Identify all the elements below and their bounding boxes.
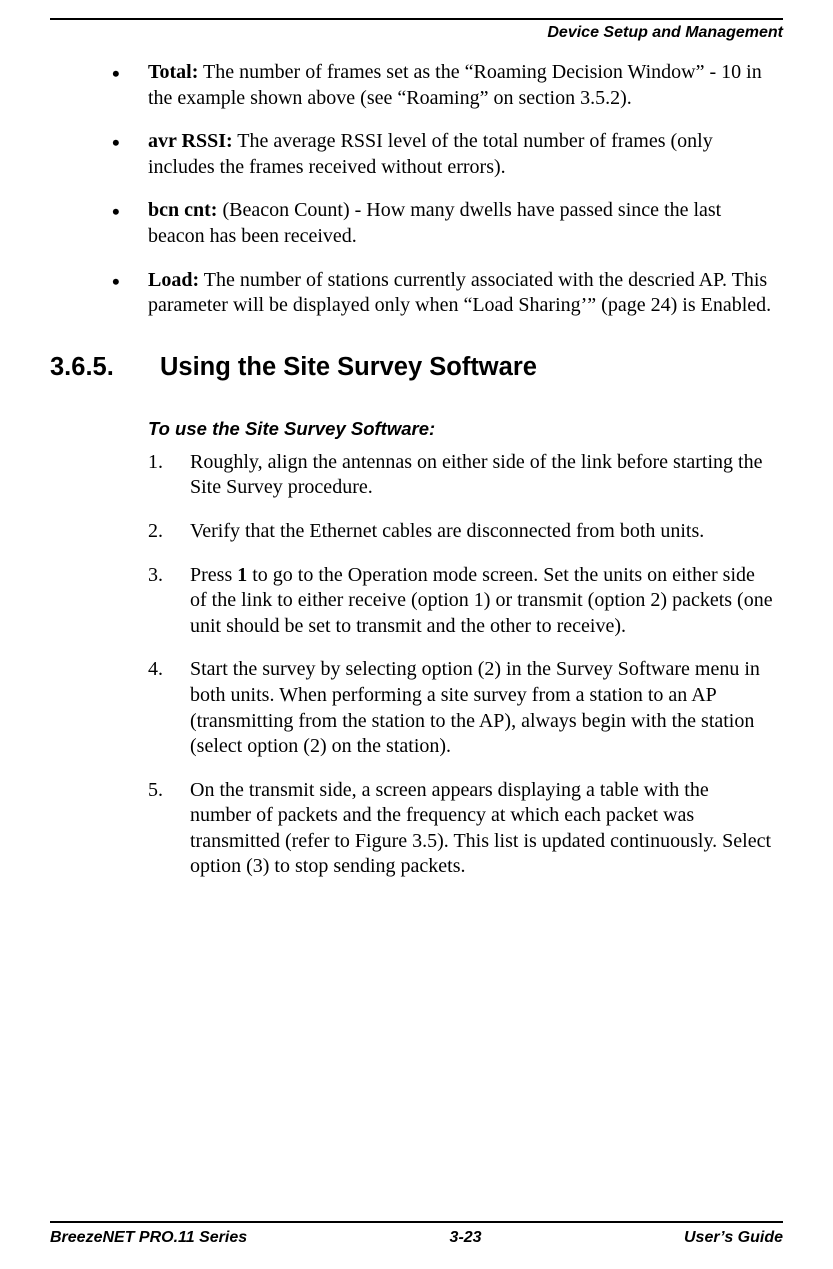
definition-list: Total: The number of frames set as the “… [110, 60, 773, 319]
bullet-item: Load: The number of stations currently a… [110, 268, 773, 319]
step-text: Roughly, align the antennas on either si… [190, 451, 762, 499]
footer-rule [50, 1221, 783, 1223]
bullet-term: avr RSSI: [148, 130, 233, 152]
page-footer: BreezeNET PRO.11 Series 3-23 User’s Guid… [50, 1221, 783, 1247]
step-text-bold: 1 [237, 564, 247, 586]
step-item: Press 1 to go to the Operation mode scre… [148, 563, 773, 640]
step-item: On the transmit side, a screen appears d… [148, 778, 773, 880]
bullet-term: Load: [148, 269, 199, 291]
footer-center: 3-23 [450, 1229, 482, 1247]
step-text: On the transmit side, a screen appears d… [190, 779, 771, 878]
step-item: Roughly, align the antennas on either si… [148, 450, 773, 501]
bullet-term: bcn cnt: [148, 199, 217, 221]
section-number: 3.6.5. [50, 353, 160, 382]
footer-left: BreezeNET PRO.11 Series [50, 1229, 247, 1247]
step-text-pre: Press [190, 564, 237, 586]
bullet-text: (Beacon Count) - How many dwells have pa… [148, 199, 721, 247]
step-item: Start the survey by selecting option (2)… [148, 657, 773, 759]
instruction-block: To use the Site Survey Software: Roughly… [110, 418, 773, 880]
footer-row: BreezeNET PRO.11 Series 3-23 User’s Guid… [50, 1229, 783, 1247]
bullet-text: The average RSSI level of the total numb… [148, 130, 713, 178]
header-rule [50, 18, 783, 20]
bullet-item: Total: The number of frames set as the “… [110, 60, 773, 111]
numbered-steps: Roughly, align the antennas on either si… [148, 450, 773, 880]
step-text: Verify that the Ethernet cables are disc… [190, 520, 704, 542]
instruction-heading: To use the Site Survey Software: [148, 418, 773, 440]
bullet-term: Total: [148, 61, 198, 83]
bullet-item: avr RSSI: The average RSSI level of the … [110, 129, 773, 180]
step-text-post: to go to the Operation mode screen. Set … [190, 564, 773, 637]
footer-right: User’s Guide [684, 1229, 783, 1247]
body-content: Total: The number of frames set as the “… [50, 60, 783, 880]
running-header: Device Setup and Management [50, 24, 783, 42]
section-heading: 3.6.5. Using the Site Survey Software [50, 353, 773, 382]
step-text: Start the survey by selecting option (2)… [190, 658, 760, 757]
section-title: Using the Site Survey Software [160, 353, 537, 382]
bullet-text: The number of frames set as the “Roaming… [148, 61, 762, 109]
bullet-item: bcn cnt: (Beacon Count) - How many dwell… [110, 198, 773, 249]
bullet-text: The number of stations currently associa… [148, 269, 771, 317]
page-container: Device Setup and Management Total: The n… [0, 0, 833, 880]
step-item: Verify that the Ethernet cables are disc… [148, 519, 773, 545]
